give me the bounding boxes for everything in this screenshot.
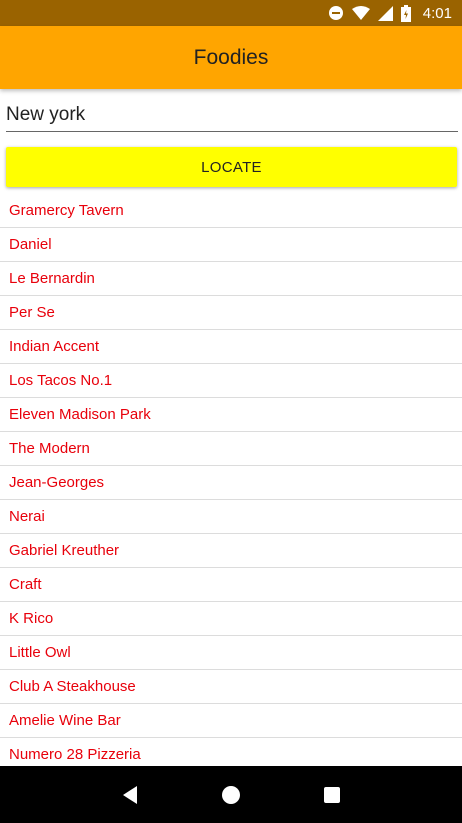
restaurant-list-item[interactable]: Le Bernardin xyxy=(0,262,462,296)
wifi-icon xyxy=(351,5,370,21)
back-icon[interactable] xyxy=(110,775,150,815)
restaurant-list-item[interactable]: Nerai xyxy=(0,500,462,534)
restaurant-list-item[interactable]: K Rico xyxy=(0,602,462,636)
restaurant-list-item[interactable]: Amelie Wine Bar xyxy=(0,704,462,738)
battery-icon xyxy=(400,4,411,22)
restaurant-list-item[interactable]: Gabriel Kreuther xyxy=(0,534,462,568)
app-bar: Foodies xyxy=(0,26,462,89)
navigation-bar xyxy=(0,766,462,823)
restaurant-list-item[interactable]: Club A Steakhouse xyxy=(0,670,462,704)
restaurant-list-item[interactable]: Daniel xyxy=(0,228,462,262)
restaurant-list-item[interactable]: Numero 28 Pizzeria xyxy=(0,738,462,766)
restaurant-list-item[interactable]: The Modern xyxy=(0,432,462,466)
location-input[interactable] xyxy=(6,100,458,130)
app-title: Foodies xyxy=(193,45,269,69)
restaurant-list[interactable]: Gramercy Tavern Daniel Le Bernardin Per Se I… xyxy=(0,194,462,766)
do-not-disturb-icon xyxy=(328,5,344,21)
search-field-container xyxy=(6,100,458,132)
locate-button[interactable]: LOCATE xyxy=(6,147,457,187)
status-bar: 4:01 xyxy=(0,0,462,26)
status-time: 4:01 xyxy=(422,4,452,22)
restaurant-list-item[interactable]: Per Se xyxy=(0,296,462,330)
restaurant-list-item[interactable]: Little Owl xyxy=(0,636,462,670)
signal-icon xyxy=(377,5,393,21)
recents-icon[interactable] xyxy=(312,775,352,815)
restaurant-list-item[interactable]: Craft xyxy=(0,568,462,602)
home-icon[interactable] xyxy=(211,775,251,815)
restaurant-list-item[interactable]: Jean-Georges xyxy=(0,466,462,500)
restaurant-list-item[interactable]: Indian Accent xyxy=(0,330,462,364)
restaurant-list-item[interactable]: Eleven Madison Park xyxy=(0,398,462,432)
restaurant-list-item[interactable]: Gramercy Tavern xyxy=(0,194,462,228)
restaurant-list-item[interactable]: Los Tacos No.1 xyxy=(0,364,462,398)
